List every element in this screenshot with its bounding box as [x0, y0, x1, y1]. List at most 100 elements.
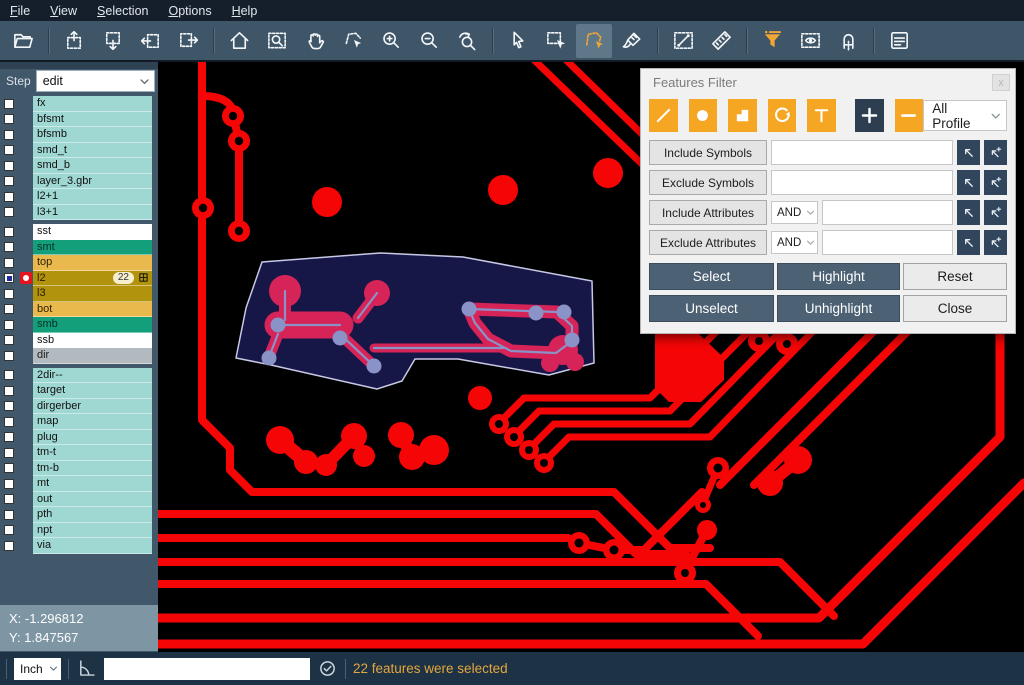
include-attributes-input[interactable] — [822, 200, 953, 225]
layer-checkbox[interactable] — [4, 227, 14, 237]
open-folder-button[interactable] — [5, 24, 41, 58]
layer-label[interactable]: layer_3.gbr — [33, 174, 152, 190]
layer-label[interactable]: map — [33, 414, 152, 430]
snap-magnet-button[interactable] — [830, 24, 866, 58]
layer-checkbox[interactable] — [4, 351, 14, 361]
layer-checkbox[interactable] — [4, 401, 14, 411]
layer-checkbox[interactable] — [4, 320, 14, 330]
layer-checkbox[interactable] — [4, 176, 14, 186]
layer-checkbox[interactable] — [4, 273, 14, 283]
home-button[interactable] — [221, 24, 257, 58]
include-attributes-button[interactable]: Include Attributes — [649, 200, 767, 225]
layer-label[interactable]: bot — [33, 302, 152, 318]
exclude-attributes-button[interactable]: Exclude Attributes — [649, 230, 767, 255]
filter-shape-line-button[interactable] — [649, 99, 678, 132]
layer-checkbox[interactable] — [4, 479, 14, 489]
layer-checkbox[interactable] — [4, 304, 14, 314]
pan-up-button[interactable] — [56, 24, 92, 58]
exclude-symbols-pick-button[interactable] — [957, 170, 980, 195]
layer-checkbox[interactable] — [4, 207, 14, 217]
include-attributes-operator-select[interactable]: AND — [771, 201, 818, 224]
pan-down-button[interactable] — [94, 24, 130, 58]
layer-checkbox[interactable] — [4, 448, 14, 458]
zoom-area-button[interactable] — [259, 24, 295, 58]
measure-line-button[interactable] — [665, 24, 701, 58]
layer-label[interactable]: out — [33, 492, 152, 508]
features-filter-button[interactable] — [754, 24, 790, 58]
polarity-negative-button[interactable] — [895, 99, 924, 132]
layer-grid-icon[interactable] — [138, 272, 149, 283]
layer-label[interactable]: l222 — [33, 271, 152, 287]
menu-selection[interactable]: Selection — [87, 2, 158, 20]
pan-right-button[interactable] — [170, 24, 206, 58]
highlight-button[interactable]: Highlight — [777, 263, 900, 290]
pan-hand-button[interactable] — [297, 24, 333, 58]
layer-label[interactable]: dir — [33, 348, 152, 364]
layer-checkbox[interactable] — [4, 525, 14, 535]
exclude-attributes-pick-add-button[interactable] — [984, 230, 1007, 255]
layer-label[interactable]: smd_t — [33, 143, 152, 159]
include-symbols-pick-button[interactable] — [957, 140, 980, 165]
polarity-positive-button[interactable] — [855, 99, 884, 132]
layer-checkbox[interactable] — [4, 145, 14, 155]
include-symbols-pick-add-button[interactable] — [984, 140, 1007, 165]
layer-label[interactable]: bfsmt — [33, 112, 152, 128]
layer-label[interactable]: npt — [33, 523, 152, 539]
layer-label[interactable]: pth — [33, 507, 152, 523]
select-polygon-button[interactable] — [576, 24, 612, 58]
layer-checkbox[interactable] — [4, 541, 14, 551]
exclude-symbols-pick-add-button[interactable] — [984, 170, 1007, 195]
layer-label[interactable]: ssb — [33, 333, 152, 349]
select-rect-button[interactable] — [538, 24, 574, 58]
layer-label[interactable]: plug — [33, 430, 152, 446]
include-symbols-input[interactable] — [771, 140, 953, 165]
filter-shape-surface-button[interactable] — [728, 99, 757, 132]
layer-label[interactable]: mt — [33, 476, 152, 492]
sync-check-icon[interactable] — [317, 658, 338, 679]
layer-label[interactable]: fx — [33, 96, 152, 112]
unselect-button[interactable]: Unselect — [649, 295, 774, 322]
layer-label[interactable]: l2+1 — [33, 189, 152, 205]
layer-checkbox[interactable] — [4, 510, 14, 520]
layer-label[interactable]: sst — [33, 224, 152, 240]
layer-label[interactable]: target — [33, 383, 152, 399]
layer-checkbox[interactable] — [4, 161, 14, 171]
layer-checkbox[interactable] — [4, 130, 14, 140]
zoom-out-button[interactable] — [411, 24, 447, 58]
layer-label[interactable]: l3 — [33, 286, 152, 302]
exclude-symbols-button[interactable]: Exclude Symbols — [649, 170, 767, 195]
layer-checkbox[interactable] — [4, 463, 14, 473]
menu-file[interactable]: File — [0, 2, 40, 20]
layer-label[interactable]: l3+1 — [33, 205, 152, 221]
units-select[interactable]: Inch — [14, 658, 61, 680]
layer-checkbox[interactable] — [4, 242, 14, 252]
dialog-close-button[interactable]: x — [992, 74, 1010, 91]
layer-label[interactable]: via — [33, 538, 152, 554]
step-select[interactable]: edit — [36, 70, 155, 92]
zoom-previous-button[interactable] — [449, 24, 485, 58]
filter-shape-text-button[interactable] — [807, 99, 836, 132]
include-attributes-pick-add-button[interactable] — [984, 200, 1007, 225]
layer-label[interactable]: top — [33, 255, 152, 271]
exclude-attributes-input[interactable] — [822, 230, 953, 255]
layer-checkbox[interactable] — [4, 192, 14, 202]
pan-left-button[interactable] — [132, 24, 168, 58]
zoom-in-button[interactable] — [373, 24, 409, 58]
profile-select[interactable]: All Profile — [923, 100, 1007, 131]
layer-label[interactable]: smt — [33, 240, 152, 256]
filter-shape-pad-button[interactable] — [689, 99, 718, 132]
exclude-attributes-pick-button[interactable] — [957, 230, 980, 255]
measure-ruler-button[interactable] — [703, 24, 739, 58]
layer-label[interactable]: bfsmb — [33, 127, 152, 143]
select-button[interactable]: Select — [649, 263, 774, 290]
layers-panel-button[interactable] — [881, 24, 917, 58]
layer-checkbox[interactable] — [4, 114, 14, 124]
menu-options[interactable]: Options — [158, 2, 221, 20]
include-attributes-pick-button[interactable] — [957, 200, 980, 225]
menu-view[interactable]: View — [40, 2, 87, 20]
layer-label[interactable]: smd_b — [33, 158, 152, 174]
include-symbols-button[interactable]: Include Symbols — [649, 140, 767, 165]
layer-checkbox[interactable] — [4, 99, 14, 109]
layer-checkbox[interactable] — [4, 432, 14, 442]
layer-checkbox[interactable] — [4, 386, 14, 396]
